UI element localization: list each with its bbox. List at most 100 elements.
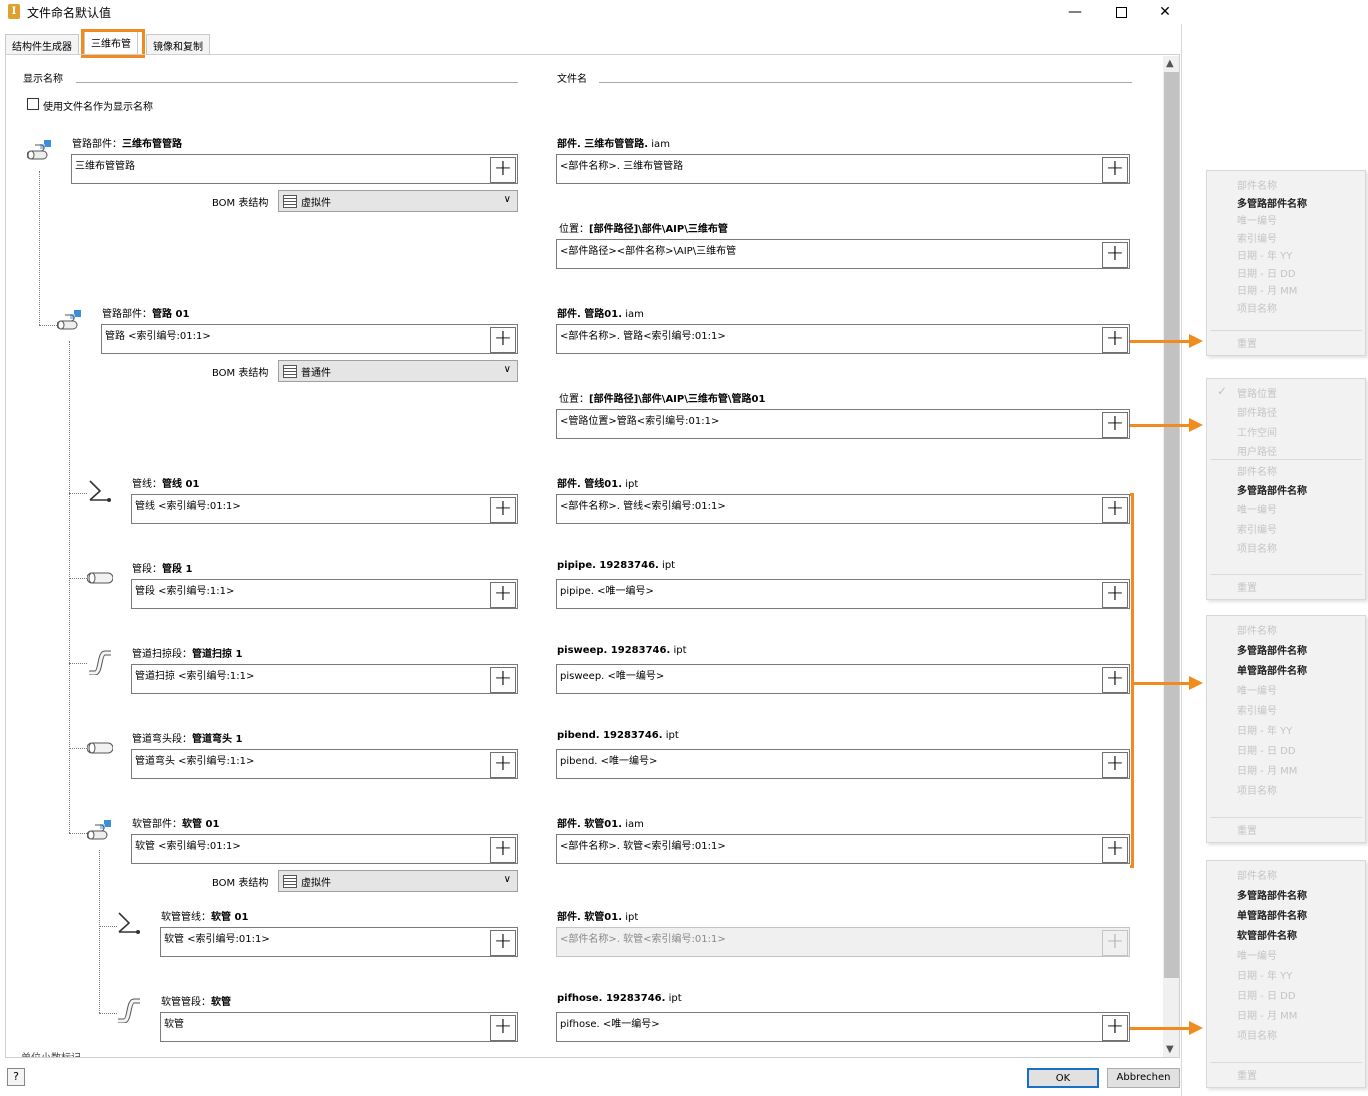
menu-item[interactable]: 单管路部件名称 (1237, 662, 1307, 677)
file-name-field[interactable]: <部件名称>. 三维布管管路 (556, 154, 1130, 184)
menu-item[interactable]: 多管路部件名称 (1237, 195, 1307, 210)
menu-item: 日期 - 日 DD (1237, 268, 1296, 280)
file-name-field[interactable]: pifhose. <唯一编号> (556, 1012, 1130, 1042)
file-name-field: <部件名称>. 软管<索引编号:01:1> (556, 927, 1130, 957)
display-name-field[interactable]: 管段 <索引编号:1:1> (131, 579, 518, 609)
help-button[interactable]: ? (7, 1068, 25, 1086)
callout-bracket (1130, 493, 1134, 496)
file-name-label: pipipe. 19283746. ipt (557, 560, 676, 571)
file-name-label: pibend. 19283746. ipt (557, 730, 679, 741)
file-name-field[interactable]: pisweep. <唯一编号> (556, 664, 1130, 694)
insert-button[interactable]: + (1102, 497, 1128, 523)
bom-label: BOM 表结构 (212, 368, 269, 379)
tab-frame-generator[interactable]: 结构件生成器 (5, 34, 79, 54)
file-name-label: pifhose. 19283746. ipt (557, 993, 682, 1004)
virtual-component-icon (283, 875, 297, 888)
file-name-field[interactable]: <部件名称>. 管线<索引编号:01:1> (556, 494, 1130, 524)
sweep-icon (116, 997, 142, 1024)
display-name-field[interactable]: 管道弯头 <索引编号:1:1> (131, 749, 518, 779)
insert-button[interactable]: + (1102, 412, 1128, 438)
insert-button[interactable]: + (1102, 242, 1128, 268)
virtual-component-icon (283, 195, 297, 208)
scroll-up-icon[interactable]: ▲ (1166, 58, 1174, 69)
insert-button[interactable]: + (1102, 327, 1128, 353)
component-label: 软管管线：软管 01 (161, 912, 249, 923)
insert-button[interactable]: + (1102, 1015, 1128, 1041)
menu-item: 唯一编号 (1237, 505, 1277, 517)
file-name-label: 部件. 软管01. ipt (557, 912, 639, 923)
cancel-button[interactable]: Abbrechen (1107, 1068, 1180, 1088)
file-name-field[interactable]: pibend. <唯一编号> (556, 749, 1130, 779)
minimize-button[interactable]: — (1052, 0, 1098, 24)
file-name-field[interactable]: pipipe. <唯一编号> (556, 579, 1130, 609)
insert-button[interactable]: + (490, 752, 516, 778)
file-name-label: 部件. 三维布管管路. iam (557, 139, 670, 150)
menu-item[interactable]: 软管部件名称 (1237, 927, 1297, 942)
menu-item[interactable]: 多管路部件名称 (1237, 887, 1307, 902)
menu-item[interactable]: 多管路部件名称 (1237, 642, 1307, 657)
ok-button[interactable]: OK (1027, 1068, 1099, 1088)
route-icon (116, 910, 142, 936)
insert-button[interactable]: + (490, 327, 516, 353)
menu-item: 索引编号 (1237, 233, 1277, 245)
file-name-label: 部件. 管路01. iam (557, 309, 644, 320)
assembly-icon (56, 309, 83, 335)
scrollbar-thumb[interactable] (1164, 72, 1179, 978)
insert-button[interactable]: + (1102, 157, 1128, 183)
insert-button[interactable]: + (490, 667, 516, 693)
menu-item: 重置 (1237, 339, 1257, 350)
naming-panel: 显示名称 文件名 使用文件名作为显示名称 管路部件：三维布管管路 三维布管管路 + 部… (5, 54, 1180, 1058)
bom-structure-select[interactable]: 虚拟件 ∨ (278, 190, 518, 212)
bom-structure-select[interactable]: 普通件 ∨ (278, 360, 518, 382)
component-label: 管道弯头段：管道弯头 1 (132, 734, 243, 745)
insert-button[interactable]: + (1102, 667, 1128, 693)
cut-off-label: 单位小数标记 (21, 1049, 81, 1057)
bom-structure-select[interactable]: 虚拟件 ∨ (278, 870, 518, 892)
close-button[interactable]: ✕ (1142, 0, 1188, 24)
display-name-header: 显示名称 (23, 74, 63, 85)
bom-label: BOM 表结构 (212, 198, 269, 209)
insert-button[interactable]: + (1102, 837, 1128, 863)
vertical-scrollbar[interactable]: ▲ ▼ (1163, 56, 1179, 1057)
file-name-field[interactable]: <部件名称>. 管路<索引编号:01:1> (556, 324, 1130, 354)
file-name-field[interactable]: <部件名称>. 软管<索引编号:01:1> (556, 834, 1130, 864)
location-field[interactable]: <部件路径><部件名称>\AIP\三维布管 (556, 239, 1130, 269)
insert-button[interactable]: + (1102, 752, 1128, 778)
display-name-field[interactable]: 软管 <索引编号:01:1> (131, 834, 518, 864)
insert-button[interactable]: + (490, 497, 516, 523)
use-filename-checkbox[interactable] (27, 98, 39, 110)
menu-item[interactable]: 多管路部件名称 (1237, 482, 1307, 497)
callout-arrow (1130, 1027, 1190, 1030)
display-name-field[interactable]: 软管 <索引编号:01:1> (160, 927, 518, 957)
menu-item: 重置 (1237, 1071, 1257, 1082)
chevron-down-icon: ∨ (503, 194, 511, 205)
title-bar: I 文件命名默认值 — ✕ (0, 0, 1182, 24)
insert-button[interactable]: + (490, 930, 516, 956)
menu-item: 重置 (1237, 826, 1257, 837)
scroll-down-icon[interactable]: ▼ (1166, 1044, 1174, 1055)
display-name-field[interactable]: 三维布管管路 (71, 154, 518, 184)
variable-menu: 管路位置 部件路径 工作空间 用户路径 部件名称 多管路部件名称 唯一编号 索引编号 项目名称重… (1206, 378, 1366, 600)
insert-button[interactable]: + (490, 837, 516, 863)
insert-button[interactable]: + (490, 582, 516, 608)
dialog-footer: ? OK Abbrechen (0, 1060, 1182, 1096)
location-field[interactable]: <管路位置>管路<索引编号:01:1> (556, 409, 1130, 439)
menu-item: 日期 - 月 MM (1237, 766, 1298, 777)
maximize-button[interactable] (1098, 0, 1144, 24)
insert-button[interactable]: + (490, 1015, 516, 1041)
callout-arrow (1130, 340, 1190, 343)
insert-button[interactable]: + (490, 157, 516, 183)
insert-button[interactable]: + (1102, 582, 1128, 608)
bom-value: 普通件 (301, 368, 331, 379)
menu-item: 管路位置 (1237, 389, 1277, 400)
menu-item: 日期 - 日 DD (1237, 746, 1296, 757)
display-name-field[interactable]: 软管 (160, 1012, 518, 1042)
bom-value: 虚拟件 (301, 198, 331, 209)
tab-mirror-copy[interactable]: 镜像和复制 (146, 34, 210, 54)
menu-item[interactable]: 单管路部件名称 (1237, 907, 1307, 922)
arrow-head-icon (1189, 676, 1203, 690)
display-name-field[interactable]: 管线 <索引编号:01:1> (131, 494, 518, 524)
display-name-field[interactable]: 管路 <索引编号:01:1> (101, 324, 518, 354)
display-name-field[interactable]: 管道扫掠 <索引编号:1:1> (131, 664, 518, 694)
insert-button: + (1102, 930, 1128, 956)
